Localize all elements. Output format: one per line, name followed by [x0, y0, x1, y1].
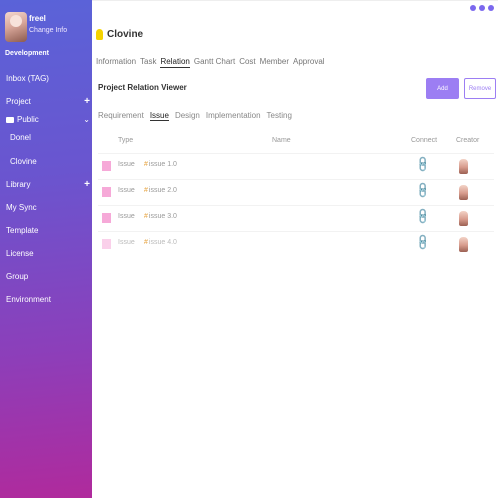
add-button[interactable]: Add — [426, 78, 459, 99]
subtab-design[interactable]: Design — [175, 111, 200, 121]
user-role: Development — [5, 50, 49, 57]
link-icon[interactable]: 🔗 — [413, 181, 432, 200]
user-profile[interactable]: freel Change Info Development — [5, 12, 91, 62]
add-library-icon[interactable]: + — [84, 180, 90, 190]
column-header-connect: Connect — [411, 137, 438, 144]
project-header: Clovine — [96, 29, 143, 40]
issue-type-swatch — [102, 213, 111, 223]
sidebar-item-donel[interactable]: Donel — [10, 133, 31, 142]
link-icon[interactable]: 🔗 — [413, 155, 432, 174]
relation-table: Issue #issue 1.0 🔗 Issue #issue 2.0 🔗 Is… — [98, 153, 494, 257]
hash-icon: # — [144, 239, 148, 246]
link-disconnected-icon[interactable]: 🔗 — [413, 233, 432, 252]
issue-type-swatch — [102, 187, 111, 197]
sidebar: freel Change Info Development Inbox (TAG… — [0, 0, 92, 498]
add-project-icon[interactable]: + — [84, 97, 90, 107]
table-row[interactable]: Issue #issue 4.0 🔗 — [98, 231, 494, 257]
sidebar-item-project[interactable]: Project + — [6, 97, 92, 107]
row-name-text: issue 3.0 — [148, 213, 177, 220]
hash-icon: # — [144, 161, 148, 168]
sidebar-item-environment[interactable]: Environment — [6, 295, 51, 304]
subtab-testing[interactable]: Testing — [267, 111, 292, 121]
table-row[interactable]: Issue #issue 1.0 🔗 — [98, 153, 494, 179]
project-tabs: Information Task Relation Gantt Chart Co… — [96, 57, 325, 68]
folder-icon — [6, 116, 14, 123]
row-name-text: issue 4.0 — [148, 239, 177, 246]
row-name[interactable]: #issue 4.0 — [144, 239, 177, 246]
subtab-implementation[interactable]: Implementation — [206, 111, 261, 121]
creator-avatar — [459, 237, 468, 252]
subtab-requirement[interactable]: Requirement — [98, 111, 144, 121]
creator-avatar — [459, 211, 468, 226]
subtab-issue[interactable]: Issue — [149, 111, 169, 121]
row-name[interactable]: #issue 2.0 — [144, 187, 177, 194]
tab-information[interactable]: Information — [96, 57, 136, 68]
sidebar-item-label: Project — [6, 97, 31, 106]
row-type: Issue — [118, 161, 135, 168]
chevron-down-icon[interactable]: ⌄ — [83, 115, 90, 124]
sidebar-item-my-sync[interactable]: My Sync — [6, 203, 37, 212]
close-icon[interactable] — [488, 5, 494, 11]
sidebar-item-group[interactable]: Group — [6, 272, 28, 281]
maximize-icon[interactable] — [479, 5, 485, 11]
row-name-text: issue 2.0 — [148, 187, 177, 194]
column-header-name: Name — [272, 137, 291, 144]
issue-type-swatch — [102, 239, 111, 249]
minimize-icon[interactable] — [470, 5, 476, 11]
sidebar-item-template[interactable]: Template — [6, 226, 38, 235]
hash-icon: # — [144, 187, 148, 194]
remove-button[interactable]: Remove — [464, 78, 496, 99]
tab-member[interactable]: Member — [260, 57, 289, 68]
tab-gantt-chart[interactable]: Gantt Chart — [194, 57, 235, 68]
column-header-type: Type — [118, 137, 134, 144]
row-name-text: issue 1.0 — [148, 161, 177, 168]
creator-avatar — [459, 185, 468, 200]
link-icon[interactable]: 🔗 — [413, 207, 432, 226]
table-row[interactable]: Issue #issue 3.0 🔗 — [98, 205, 494, 231]
row-name[interactable]: #issue 3.0 — [144, 213, 177, 220]
tab-relation[interactable]: Relation — [160, 57, 190, 68]
row-type: Issue — [118, 239, 135, 246]
row-name[interactable]: #issue 1.0 — [144, 161, 177, 168]
sidebar-item-license[interactable]: License — [6, 249, 34, 258]
sidebar-item-clovine[interactable]: Clovine — [10, 157, 37, 166]
issue-type-swatch — [102, 161, 111, 171]
row-type: Issue — [118, 213, 135, 220]
main-panel: Clovine Information Task Relation Gantt … — [92, 0, 498, 498]
project-title: Clovine — [107, 29, 144, 40]
sidebar-item-label: Library — [6, 180, 31, 189]
creator-avatar — [459, 159, 468, 174]
sidebar-item-label: Public — [17, 115, 39, 124]
window-controls — [470, 5, 494, 11]
row-type: Issue — [118, 187, 135, 194]
bell-icon[interactable] — [96, 29, 103, 40]
sidebar-item-library[interactable]: Library + — [6, 180, 92, 190]
hash-icon: # — [144, 213, 148, 220]
tab-cost[interactable]: Cost — [239, 57, 255, 68]
table-row[interactable]: Issue #issue 2.0 🔗 — [98, 179, 494, 205]
sidebar-item-public[interactable]: Public ⌄ — [6, 115, 92, 124]
user-name: freel — [29, 14, 46, 23]
avatar[interactable] — [5, 12, 27, 42]
tab-approval[interactable]: Approval — [293, 57, 325, 68]
relation-subtabs: Requirement Issue Design Implementation … — [98, 111, 292, 121]
column-header-creator: Creator — [456, 137, 480, 144]
tab-task[interactable]: Task — [140, 57, 156, 68]
viewer-title: Project Relation Viewer — [98, 83, 187, 92]
change-info-link[interactable]: Change Info — [29, 27, 67, 34]
sidebar-item-inbox[interactable]: Inbox (TAG) — [6, 74, 49, 83]
